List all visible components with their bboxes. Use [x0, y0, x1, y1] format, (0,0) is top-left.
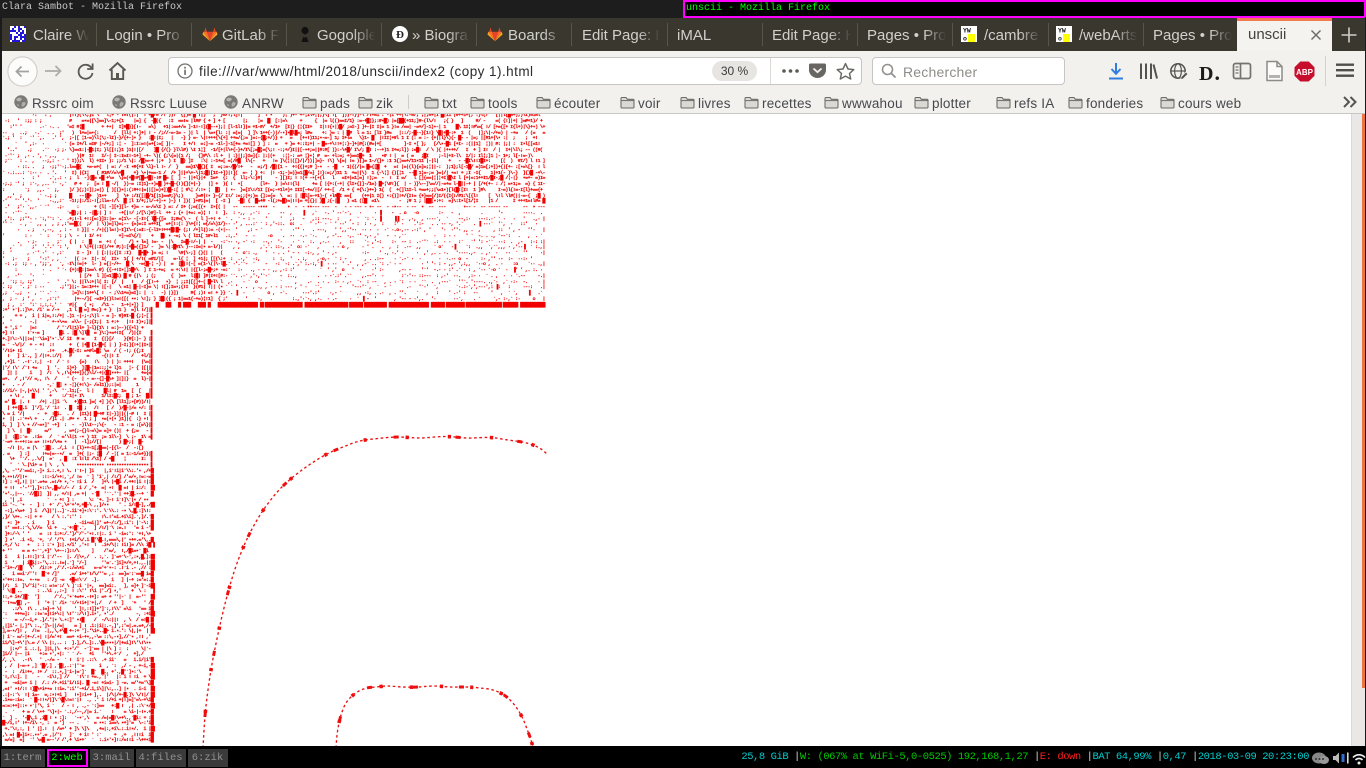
svg-text:YW: YW — [1058, 28, 1066, 35]
svg-text:ABP: ABP — [1296, 68, 1314, 77]
svg-text:Đ: Đ — [396, 29, 404, 41]
svg-text:o: o — [1058, 36, 1062, 43]
svg-text:YW: YW — [963, 28, 971, 35]
svg-text:o: o — [963, 36, 967, 43]
